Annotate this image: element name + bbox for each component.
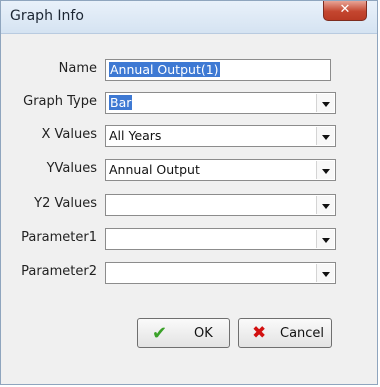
x-icon: ✖ <box>252 323 267 343</box>
name-value: Annual Output(1) <box>109 62 220 77</box>
close-button[interactable]: ✕ <box>323 1 367 21</box>
chevron-down-icon[interactable] <box>316 264 334 282</box>
parameter2-label: Parameter2 <box>21 264 97 279</box>
checkmark-icon: ✔ <box>152 323 168 344</box>
x-values-select[interactable]: All Years <box>105 125 336 147</box>
ok-button-label: OK <box>194 326 213 341</box>
x-values-label: X Values <box>41 127 97 142</box>
close-icon: ✕ <box>339 2 351 17</box>
ok-button[interactable]: ✔ OK <box>137 318 230 348</box>
y-values-label: YValues <box>46 161 97 176</box>
chevron-down-icon[interactable] <box>316 161 334 179</box>
title-bar[interactable]: Graph Info ✕ <box>1 1 377 34</box>
chevron-down-icon[interactable] <box>316 94 334 112</box>
x-values-value: All Years <box>109 128 162 143</box>
chevron-down-icon[interactable] <box>316 196 334 214</box>
graph-type-select[interactable]: Bar <box>105 92 336 114</box>
dialog-title: Graph Info <box>10 8 84 24</box>
cancel-button-label: Cancel <box>280 326 325 341</box>
y-values-select[interactable]: Annual Output <box>105 159 336 181</box>
parameter1-label: Parameter1 <box>21 230 97 245</box>
graph-info-dialog: Graph Info ✕ Name Annual Output(1) Graph… <box>0 0 378 385</box>
chevron-down-icon[interactable] <box>316 127 334 145</box>
graph-type-value: Bar <box>109 95 133 110</box>
parameter1-select[interactable] <box>105 228 336 250</box>
y2-values-label: Y2 Values <box>34 196 97 211</box>
chevron-down-icon[interactable] <box>316 230 334 248</box>
y2-values-select[interactable] <box>105 194 336 216</box>
cancel-button[interactable]: ✖ Cancel <box>238 318 332 348</box>
parameter2-select[interactable] <box>105 262 336 284</box>
name-label: Name <box>58 61 97 76</box>
name-input[interactable]: Annual Output(1) <box>105 59 331 81</box>
y-values-value: Annual Output <box>109 162 200 177</box>
graph-type-label: Graph Type <box>23 94 97 109</box>
